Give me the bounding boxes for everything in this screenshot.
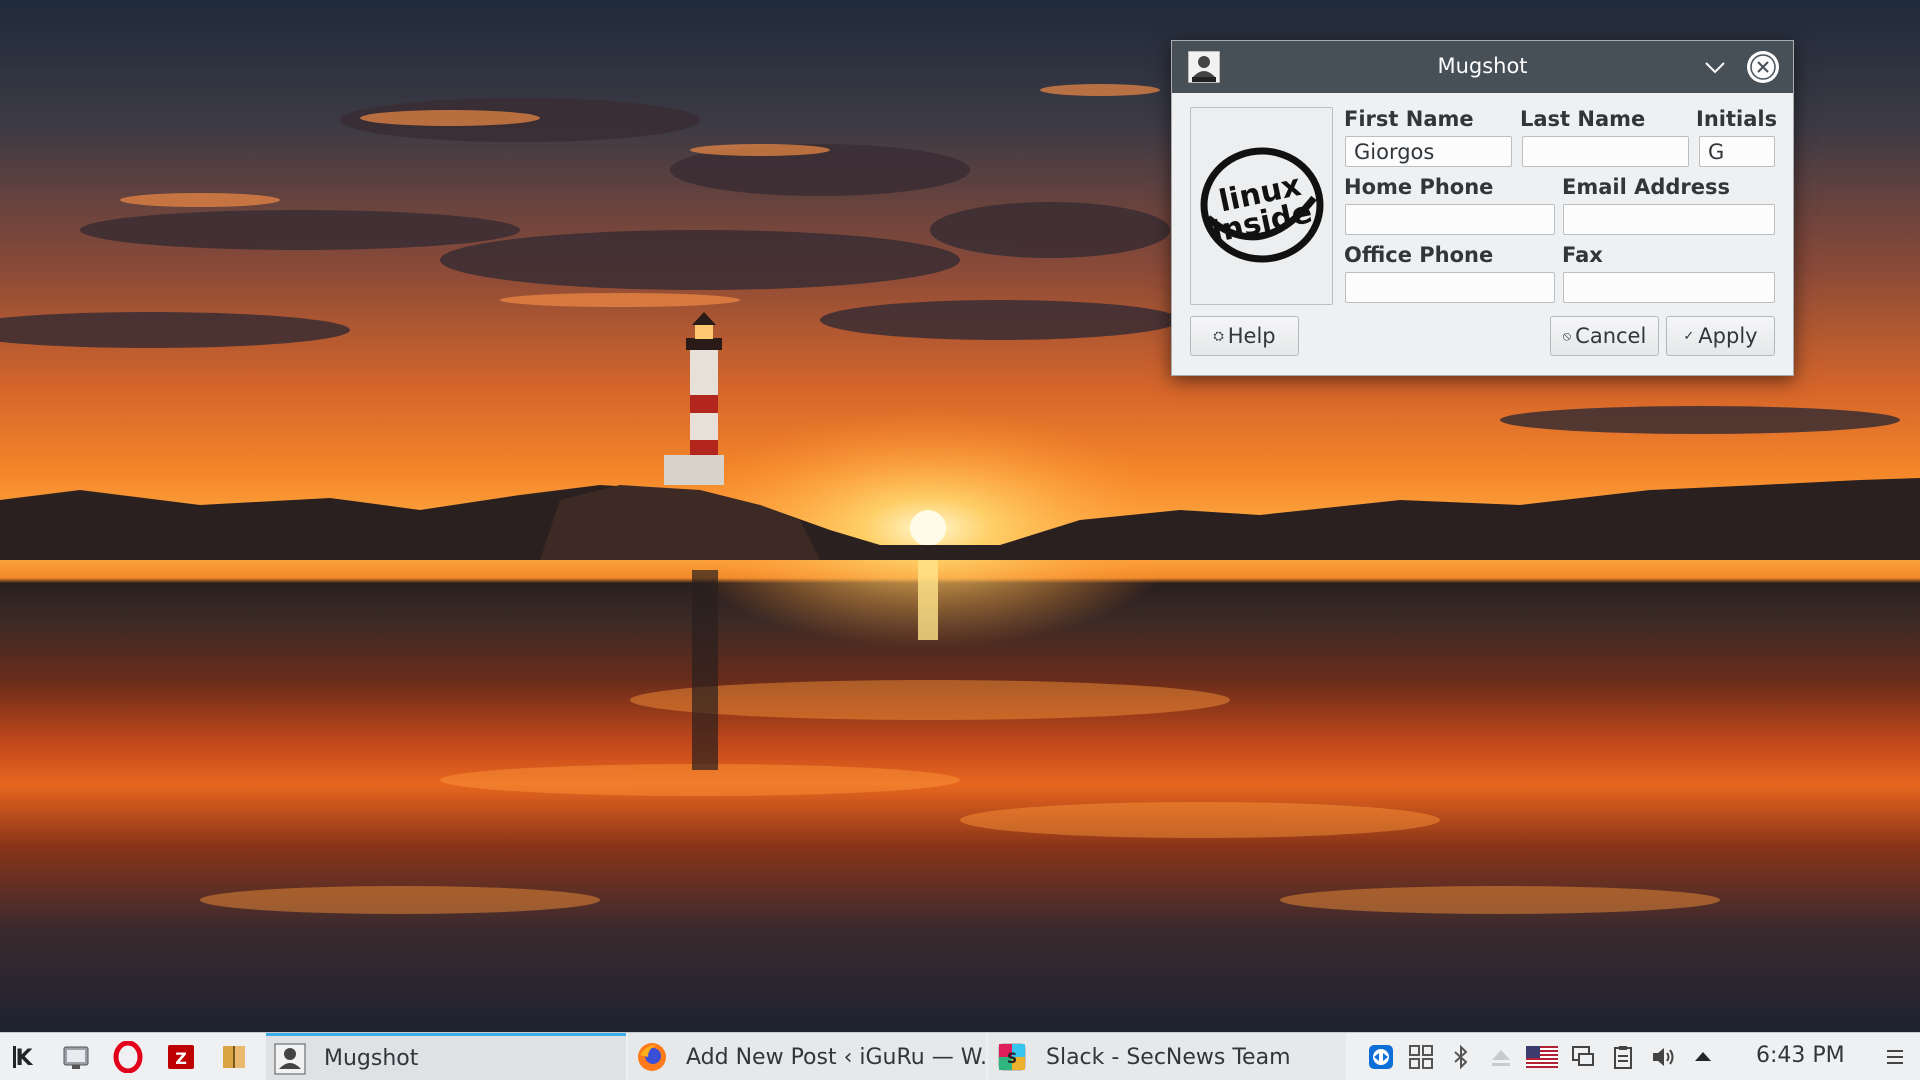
- clock[interactable]: 6:43 PM: [1756, 1043, 1845, 1068]
- email-address-input[interactable]: [1563, 204, 1775, 235]
- filezilla-icon[interactable]: Z: [165, 1041, 197, 1073]
- cancel-button-label: Cancel: [1575, 324, 1647, 348]
- svg-text:S: S: [1007, 1051, 1017, 1067]
- minimize-chevron-icon[interactable]: [1701, 53, 1729, 81]
- task-label: Add New Post ‹ iGuRu — W...: [686, 1044, 986, 1070]
- mugshot-icon: [274, 1043, 306, 1074]
- task-mugshot[interactable]: Mugshot: [266, 1033, 626, 1080]
- teamviewer-icon[interactable]: [1368, 1044, 1394, 1070]
- system-monitor-icon[interactable]: [60, 1041, 92, 1073]
- task-slack[interactable]: S Slack - SecNews Team: [988, 1033, 1346, 1080]
- dialog-titlebar[interactable]: Mugshot: [1172, 41, 1793, 93]
- display-icon[interactable]: [1570, 1044, 1596, 1070]
- fax-input[interactable]: [1563, 272, 1775, 303]
- office-phone-input[interactable]: [1345, 272, 1555, 303]
- taskbar: K Z Mugshot Add New Post ‹ iGuRu — W...: [0, 1032, 1920, 1080]
- eject-icon[interactable]: [1488, 1044, 1514, 1070]
- us-flag-icon[interactable]: [1526, 1044, 1558, 1070]
- first-name-label: First Name: [1344, 107, 1474, 131]
- bluetooth-icon[interactable]: [1448, 1044, 1474, 1070]
- close-icon[interactable]: [1747, 51, 1779, 83]
- cancel-button[interactable]: ⦸ Cancel: [1550, 316, 1659, 356]
- clipboard-icon[interactable]: [1610, 1044, 1636, 1070]
- last-name-input[interactable]: [1522, 136, 1689, 167]
- initials-label: Initials: [1696, 107, 1778, 131]
- kde-menu-icon[interactable]: K: [8, 1041, 40, 1073]
- opera-icon[interactable]: [112, 1041, 144, 1073]
- checkmark-icon: ✓: [1683, 328, 1695, 344]
- slack-icon: S: [998, 1043, 1026, 1071]
- last-name-label: Last Name: [1520, 107, 1646, 131]
- expand-tray-icon[interactable]: [1690, 1044, 1716, 1070]
- book-reader-icon[interactable]: [218, 1041, 250, 1073]
- task-label: Slack - SecNews Team: [1046, 1044, 1291, 1070]
- task-label: Mugshot: [324, 1046, 419, 1071]
- task-firefox[interactable]: Add New Post ‹ iGuRu — W...: [628, 1033, 986, 1080]
- panel-menu-icon[interactable]: [1882, 1044, 1908, 1070]
- apply-button[interactable]: ✓ Apply: [1666, 316, 1775, 356]
- help-button-label: Help: [1227, 324, 1276, 348]
- fax-label: Fax: [1562, 243, 1603, 267]
- dialog-title: Mugshot: [1437, 54, 1528, 78]
- first-name-input[interactable]: [1345, 136, 1512, 167]
- home-phone-input[interactable]: [1345, 204, 1555, 235]
- network-icon[interactable]: [1408, 1044, 1434, 1070]
- office-phone-label: Office Phone: [1344, 243, 1494, 267]
- mugshot-dialog: Mugshot linux inside First Name Last Nam…: [1171, 40, 1794, 376]
- svg-text:K: K: [15, 1046, 33, 1071]
- initials-input[interactable]: [1699, 136, 1775, 167]
- volume-icon[interactable]: [1650, 1044, 1676, 1070]
- home-phone-label: Home Phone: [1344, 175, 1494, 199]
- help-icon: ⛭: [1213, 328, 1224, 344]
- svg-text:Z: Z: [175, 1049, 187, 1068]
- help-button[interactable]: ⛭ Help: [1190, 316, 1299, 356]
- firefox-icon: [638, 1043, 666, 1071]
- apply-button-label: Apply: [1698, 324, 1758, 348]
- cancel-icon: ⦸: [1562, 328, 1572, 344]
- linux-inside-logo: linux inside: [1200, 147, 1324, 263]
- user-photo-button[interactable]: linux inside: [1190, 107, 1333, 305]
- email-address-label: Email Address: [1562, 175, 1731, 199]
